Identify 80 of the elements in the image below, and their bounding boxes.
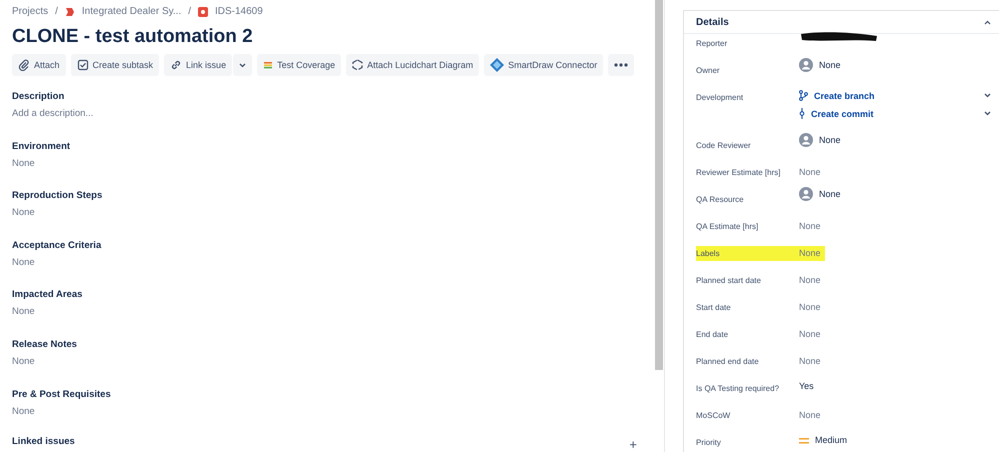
breadcrumb-separator: / — [55, 6, 58, 17]
issue-title[interactable]: CLONE - test automation 2 — [12, 26, 655, 48]
field-value: None — [799, 246, 825, 261]
bug-icon — [198, 6, 208, 16]
field-label: Development — [696, 92, 744, 104]
field-value: None — [819, 134, 841, 146]
toolbar-button[interactable]: Attach — [12, 54, 66, 76]
field-label: Description — [12, 91, 66, 104]
create-link[interactable]: Create commit — [799, 108, 874, 119]
field-label: Impacted Areas — [12, 289, 84, 302]
create-link[interactable]: Create branch — [799, 90, 875, 101]
priority-medium-icon — [799, 438, 809, 444]
toolbar-button[interactable]: SmartDraw Connector — [484, 54, 604, 76]
field-value[interactable]: None — [12, 406, 655, 417]
scrollbar[interactable] — [655, 0, 663, 370]
field-label: Pre & Post Requisites — [12, 388, 112, 402]
field-value: None — [799, 301, 822, 314]
field-value[interactable]: None — [12, 158, 655, 169]
field-value[interactable]: None — [12, 207, 655, 218]
checkbox-icon — [76, 59, 89, 71]
field-label: Labels — [696, 246, 799, 261]
field-label: Acceptance Criteria — [12, 240, 102, 253]
field-value: Yes — [799, 381, 814, 392]
branch-icon — [799, 90, 808, 101]
hexagon-icon — [352, 59, 364, 71]
field-value: Medium — [815, 435, 848, 446]
field-value[interactable]: None — [12, 356, 655, 367]
field-label: QA Estimate [hrs] — [696, 221, 760, 233]
breadcrumb-link[interactable]: IDS-14609 — [215, 6, 263, 17]
toolbar-button[interactable]: Attach Lucidchart Diagram — [346, 54, 480, 76]
more-button[interactable] — [608, 54, 634, 76]
field-value: None — [799, 355, 822, 368]
chevron-down-icon[interactable] — [239, 62, 246, 68]
toolbar-button[interactable]: Test Coverage — [257, 54, 342, 76]
field-label: Reporter — [696, 38, 728, 50]
field-value: None — [799, 166, 822, 179]
field-label: Priority — [696, 437, 722, 449]
field-value[interactable]: None — [12, 256, 655, 268]
chevron-down-icon[interactable] — [984, 93, 991, 98]
toolbar-button[interactable]: Create subtask — [70, 54, 160, 76]
panel-title: Details — [696, 16, 729, 28]
field-label: Start date — [696, 302, 732, 314]
field-value: None — [799, 409, 822, 422]
toolbar-button[interactable]: Link issue — [164, 54, 232, 76]
more-icon — [614, 63, 628, 67]
section-heading: Linked issues — [12, 436, 75, 450]
field-value: None — [819, 60, 841, 70]
add-button[interactable]: + — [629, 438, 637, 451]
user-avatar-icon — [799, 58, 813, 72]
field-value[interactable]: None — [12, 306, 655, 318]
breadcrumb-separator: / — [188, 6, 191, 17]
project-icon — [64, 6, 75, 16]
field-label: Planned end date — [696, 356, 760, 368]
field-label: End date — [696, 329, 730, 341]
field-label: Reproduction Steps — [12, 190, 104, 204]
diamond-icon — [490, 58, 504, 72]
field-value[interactable]: Add a description... — [12, 108, 655, 119]
field-label: MoSCoW — [696, 410, 732, 422]
field-label: Reviewer Estimate [hrs] — [696, 167, 782, 179]
field-label: Is QA Testing required? — [696, 383, 780, 395]
field-label: Planned start date — [696, 275, 762, 287]
field-value: None — [799, 220, 822, 233]
user-avatar-icon — [799, 133, 813, 147]
field-label: Owner — [696, 65, 721, 77]
field-label: QA Resource — [696, 194, 745, 206]
field-label: Code Reviewer — [696, 140, 752, 152]
bars-icon — [263, 60, 274, 70]
chevron-down-icon[interactable] — [984, 111, 991, 116]
field-value: None — [799, 274, 822, 287]
user-avatar-icon — [799, 187, 813, 201]
breadcrumb-link[interactable]: Integrated Dealer Sy... — [82, 6, 182, 17]
breadcrumb-link[interactable]: Projects — [12, 6, 48, 17]
field-value: None — [799, 328, 822, 341]
paperclip-icon — [18, 59, 30, 71]
chevron-up-icon[interactable] — [984, 20, 991, 24]
commit-icon — [799, 108, 805, 119]
field-label: Release Notes — [12, 338, 78, 352]
field-label: Environment — [12, 140, 72, 154]
link-icon — [170, 59, 182, 71]
field-value: None — [819, 188, 841, 200]
